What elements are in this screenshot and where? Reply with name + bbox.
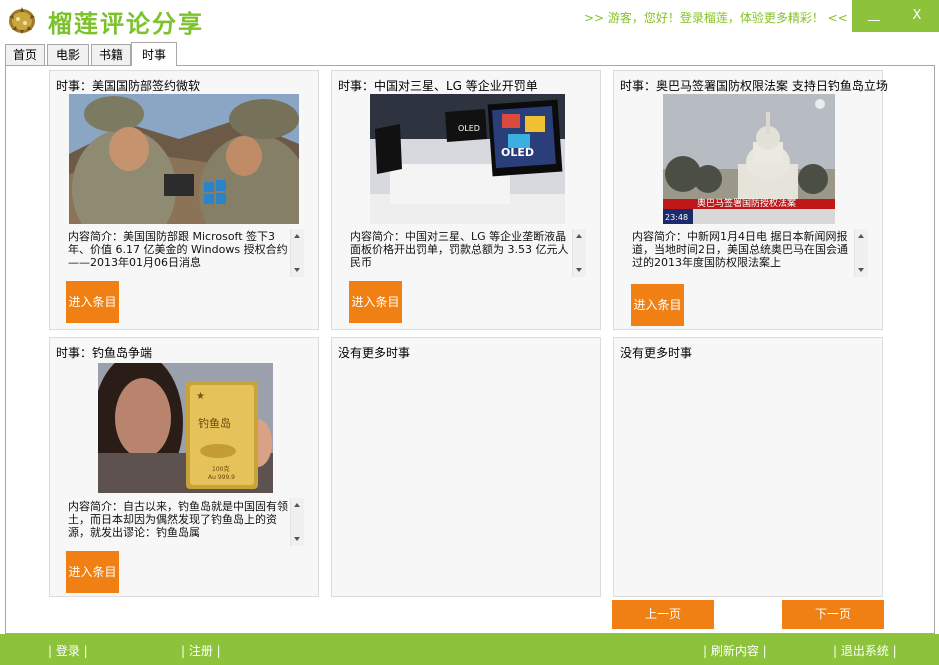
scroll-down-icon[interactable] [294,268,300,272]
card-description: 内容简介：美国国防部跟 Microsoft 签下3 年、价值 6.17 亿美金的… [68,230,288,269]
capitol-caption-text: 奥巴马签署国防授权法案 [697,197,796,209]
news-card: 时事：中国对三星、LG 等企业开罚单 OLED OLED 内容简介：中国对三星、… [331,70,601,330]
greeting-text[interactable]: >> 游客，您好！登录榴莲，体验更多精彩！ << [584,9,848,26]
enter-entry-button[interactable]: 进入条目 [349,281,402,323]
prev-page-button[interactable]: 上一页 [612,600,714,629]
durian-logo-icon [9,7,35,34]
refresh-content-link[interactable]: | 刷新内容 | [703,642,767,659]
scroll-up-icon[interactable] [858,234,864,238]
tab-books[interactable]: 书籍 [91,44,131,65]
gold-bar-text: 钓鱼岛 [198,416,231,430]
card-title: 没有更多时事 [338,346,411,360]
tab-current-affairs[interactable]: 时事 [131,42,177,66]
description-scrollbar[interactable] [290,229,304,277]
oled-sign-text: OLED [458,124,480,133]
scroll-up-icon[interactable] [294,234,300,238]
close-button[interactable]: X [895,0,939,32]
scroll-up-icon[interactable] [294,503,300,507]
card-title: 时事：中国对三星、LG 等企业开罚单 [338,79,538,93]
news-card: 时事：钓鱼岛争端 ★ 钓鱼岛 100克 Au 999.9 内容简介：自古以来，钓… [49,337,319,597]
exit-system-link[interactable]: | 退出系统 | [833,642,897,659]
login-link[interactable]: | 登录 | [48,642,88,659]
gold-bar-weight: 100克 [212,465,229,473]
news-card: 时事：奥巴马签署国防权限法案 支持日钓鱼岛立场 奥巴马签署国防授权法案 23:4… [613,70,888,330]
card-title: 没有更多时事 [620,346,693,360]
scroll-down-icon[interactable] [576,268,582,272]
gold-bar-purity: Au 999.9 [208,474,235,481]
enter-entry-button[interactable]: 进入条目 [631,284,684,326]
card-title: 时事：美国国防部签约微软 [56,79,201,93]
register-link[interactable]: | 注册 | [181,642,221,659]
scroll-up-icon[interactable] [576,234,582,238]
news-image-soldiers [69,94,299,224]
tab-movies[interactable]: 电影 [47,44,89,65]
capitol-ticker-time: 23:48 [665,213,688,222]
tab-home[interactable]: 首页 [5,44,45,65]
app-title: 榴莲评论分享 [48,10,204,38]
card-description: 内容简介：自古以来，钓鱼岛就是中国固有领土，而日本却因为偶然发现了钓鱼岛上的资源… [68,500,288,539]
empty-card: 没有更多时事 [613,337,883,597]
card-description: 内容简介：中国对三星、LG 等企业垄断液晶面板价格开出罚单，罚款总额为 3.53… [350,230,569,269]
minimize-button[interactable] [852,0,896,32]
title-bar: 榴莲评论分享 >> 游客，您好！登录榴莲，体验更多精彩！ << X [0,0,939,40]
scroll-down-icon[interactable] [294,537,300,541]
bottom-bar: | 登录 | | 注册 | | 刷新内容 | | 退出系统 | [0,634,939,665]
card-title: 时事：钓鱼岛争端 [56,346,153,360]
news-image-oled: OLED OLED [370,94,565,224]
svg-text:★: ★ [196,391,205,402]
scroll-down-icon[interactable] [858,268,864,272]
next-page-button[interactable]: 下一页 [782,600,884,629]
description-scrollbar[interactable] [290,498,304,546]
oled-screen-text: OLED [501,146,534,159]
empty-card: 没有更多时事 [331,337,601,597]
description-scrollbar[interactable] [572,229,586,277]
card-description: 内容简介：中新网1月4日电 据日本新闻网报道，当地时间2日，美国总统奥巴马在国会… [632,230,848,269]
card-title: 时事：奥巴马签署国防权限法案 支持日钓鱼岛立场 [620,79,888,93]
news-image-gold-bar: ★ 钓鱼岛 100克 Au 999.9 [98,363,273,493]
news-card: 时事：美国国防部签约微软 内容简介：美国国防部跟 Microsoft 签下3 年… [49,70,319,330]
news-image-capitol: 奥巴马签署国防授权法案 23:48 [663,94,835,224]
description-scrollbar[interactable] [854,229,868,277]
enter-entry-button[interactable]: 进入条目 [66,551,119,593]
enter-entry-button[interactable]: 进入条目 [66,281,119,323]
